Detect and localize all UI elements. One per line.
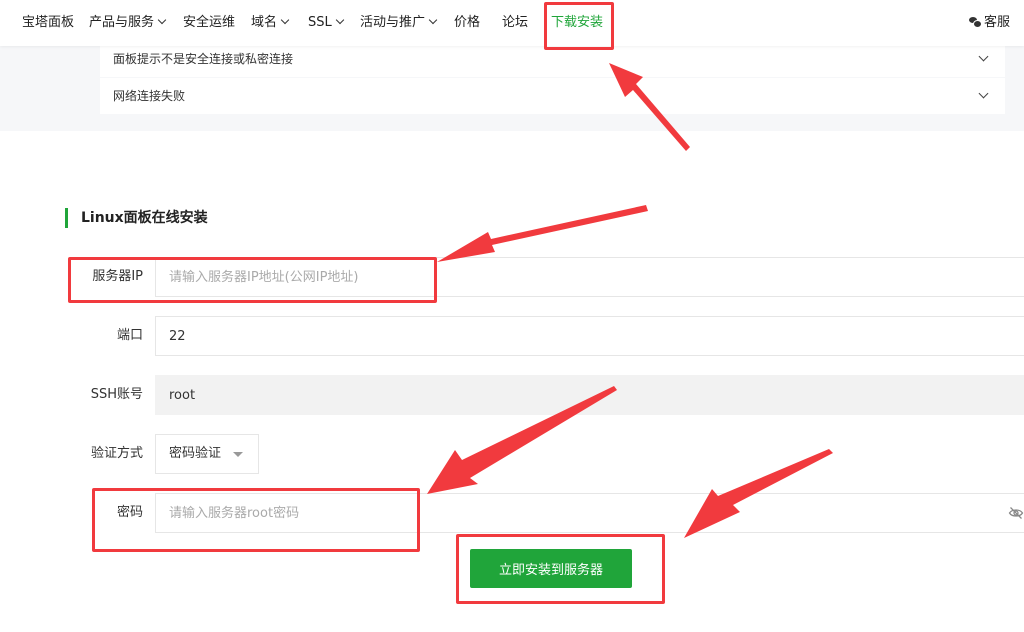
caret-down-icon bbox=[233, 452, 243, 457]
support-link[interactable]: 客服 bbox=[969, 0, 1010, 46]
port-input[interactable] bbox=[155, 316, 1024, 356]
faq-item-label: 面板提示不是安全连接或私密连接 bbox=[113, 52, 294, 66]
chevron-down-icon bbox=[978, 51, 989, 62]
nav-item-products[interactable]: 产品与服务 bbox=[89, 0, 167, 46]
nav-item-bt-panel[interactable]: 宝塔面板 bbox=[22, 0, 74, 46]
chevron-down-icon bbox=[280, 15, 290, 25]
chevron-down-icon bbox=[428, 15, 438, 25]
nav-item-promotions[interactable]: 活动与推广 bbox=[360, 0, 438, 46]
faq-item-insecure-connection[interactable]: 面板提示不是安全连接或私密连接 bbox=[100, 41, 1005, 77]
eye-slash-icon[interactable] bbox=[1008, 505, 1024, 521]
section-title: Linux面板在线安装 bbox=[81, 210, 208, 226]
chevron-down-icon bbox=[335, 15, 344, 25]
auth-method-label: 验证方式 bbox=[90, 446, 143, 461]
nav-item-download-install[interactable]: 下载安装 bbox=[551, 0, 603, 46]
nav-item-domain[interactable]: 域名 bbox=[251, 0, 290, 46]
server-ip-label: 服务器IP bbox=[92, 269, 143, 284]
annotation-arrow bbox=[437, 205, 648, 262]
password-label: 密码 bbox=[116, 505, 143, 520]
nav-item-forum[interactable]: 论坛 bbox=[502, 0, 528, 46]
password-input[interactable] bbox=[155, 493, 1024, 533]
nav-item-security-ops[interactable]: 安全运维 bbox=[183, 0, 235, 46]
nav-item-ssl[interactable]: SSL bbox=[308, 0, 344, 46]
section-accent-bar bbox=[65, 208, 68, 228]
ssh-account-input[interactable] bbox=[155, 375, 1024, 415]
top-nav: 宝塔面板 产品与服务 安全运维 域名 SSL 活动与推广 价格 论坛 下载安装 … bbox=[0, 0, 1024, 46]
chevron-down-icon bbox=[157, 15, 167, 25]
port-label: 端口 bbox=[116, 328, 143, 343]
chevron-down-icon bbox=[978, 88, 989, 99]
nav-item-pricing[interactable]: 价格 bbox=[454, 0, 480, 46]
faq-item-label: 网络连接失败 bbox=[113, 89, 186, 103]
auth-method-value: 密码验证 bbox=[169, 446, 222, 461]
faq-item-network-failure[interactable]: 网络连接失败 bbox=[100, 78, 1005, 114]
wechat-icon bbox=[969, 17, 982, 28]
server-ip-input[interactable] bbox=[155, 257, 1024, 297]
ssh-account-label: SSH账号 bbox=[90, 387, 143, 402]
auth-method-select[interactable]: 密码验证 bbox=[155, 434, 259, 474]
install-to-server-button[interactable]: 立即安装到服务器 bbox=[470, 549, 632, 588]
faq-section: 面板提示不是安全连接或私密连接 网络连接失败 bbox=[0, 41, 1024, 131]
